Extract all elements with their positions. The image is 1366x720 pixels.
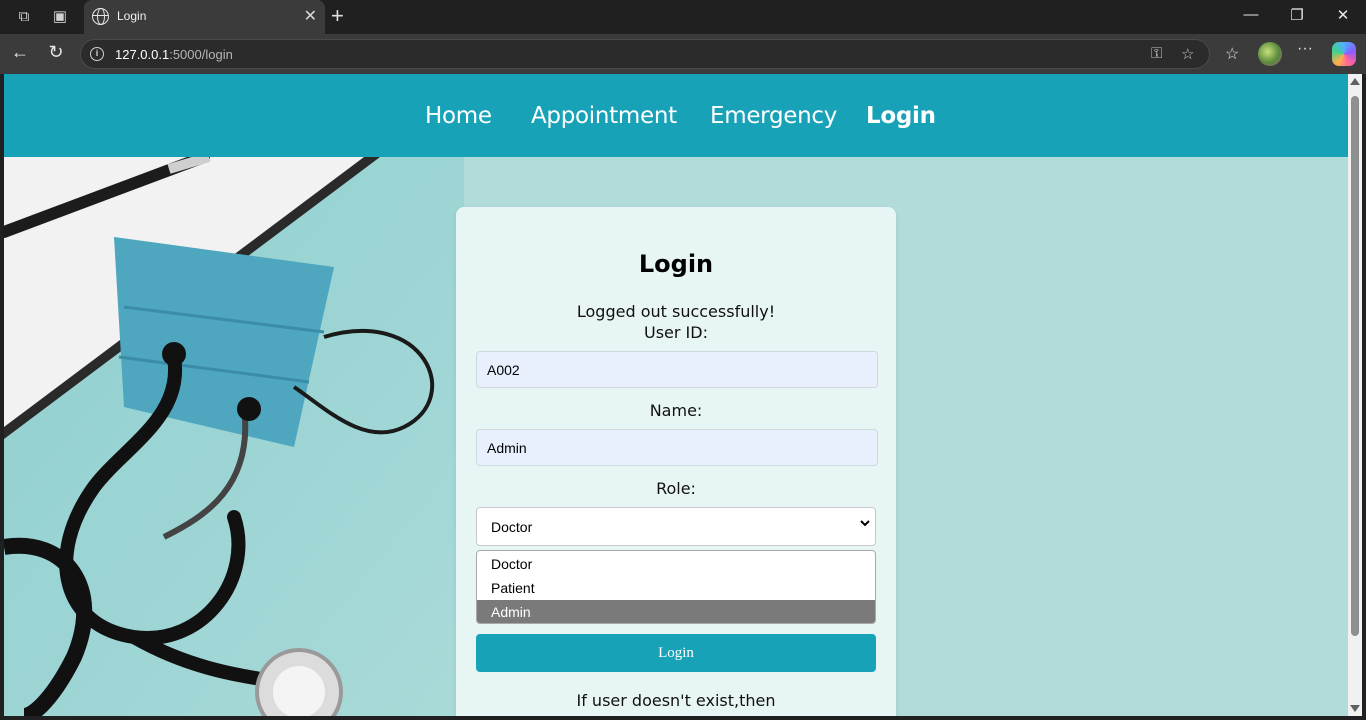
close-window-icon[interactable]: ✕ — [1320, 6, 1366, 24]
browser-titlebar: ⧉ ▣ Login ✕ + — ❐ ✕ — [0, 0, 1366, 34]
reload-icon[interactable]: ↻ — [44, 42, 68, 63]
tab-title: Login — [117, 9, 147, 23]
user-id-input[interactable] — [476, 351, 878, 388]
nav-appointment[interactable]: Appointment — [531, 103, 677, 129]
browser-tab[interactable]: Login ✕ — [84, 0, 325, 34]
role-select[interactable]: Doctor — [476, 507, 876, 546]
page-scrollbar[interactable] — [1348, 74, 1362, 716]
scroll-down-icon[interactable] — [1350, 705, 1360, 712]
role-option-patient[interactable]: Patient — [477, 576, 875, 600]
minimize-icon[interactable]: — — [1228, 6, 1274, 23]
chevron-down-icon — [860, 520, 870, 527]
address-bar[interactable]: i 127.0.0.1:5000/login ⚿ ☆ — [80, 39, 1210, 69]
login-card: Login Logged out successfully! User ID: … — [456, 207, 896, 716]
login-title: Login — [638, 250, 714, 278]
nav-home[interactable]: Home — [425, 103, 492, 129]
name-label: Name: — [649, 401, 703, 420]
copilot-icon[interactable] — [1332, 42, 1356, 66]
url-text: 127.0.0.1:5000/login — [115, 47, 233, 62]
medical-background-image — [4, 157, 464, 716]
site-info-icon[interactable]: i — [90, 47, 104, 61]
browser-toolbar: ← ↻ i 127.0.0.1:5000/login ⚿ ☆ ☆ ··· — [0, 34, 1366, 74]
favorite-star-icon[interactable]: ☆ — [1181, 45, 1194, 63]
more-options-icon[interactable]: ··· — [1297, 40, 1313, 58]
key-icon[interactable]: ⚿ — [1151, 45, 1162, 62]
role-label: Role: — [656, 479, 696, 498]
role-option-doctor[interactable]: Doctor — [477, 552, 875, 576]
login-button[interactable]: Login — [476, 634, 876, 672]
workspaces-icon[interactable]: ⧉ — [14, 7, 34, 27]
scroll-up-icon[interactable] — [1350, 78, 1360, 85]
new-tab-icon[interactable]: + — [331, 3, 344, 29]
nav-login[interactable]: Login — [866, 103, 936, 129]
scroll-thumb[interactable] — [1351, 96, 1359, 636]
role-select-value: Doctor — [491, 519, 533, 535]
close-tab-icon[interactable]: ✕ — [304, 6, 317, 26]
restore-icon[interactable]: ❐ — [1274, 6, 1320, 24]
nav-emergency[interactable]: Emergency — [710, 103, 837, 129]
register-prompt: If user doesn't exist,then — [576, 691, 776, 710]
favorites-icon[interactable]: ☆ — [1225, 44, 1239, 64]
role-dropdown-list: Doctor Patient Admin — [476, 550, 876, 624]
name-input[interactable] — [476, 429, 878, 466]
flash-message: Logged out successfully! — [576, 302, 776, 321]
tab-actions-icon[interactable]: ▣ — [50, 7, 70, 27]
page-viewport: Home Appointment Emergency Login Login L… — [4, 74, 1348, 716]
role-option-admin[interactable]: Admin — [477, 600, 875, 623]
globe-icon — [92, 8, 109, 25]
back-icon[interactable]: ← — [8, 42, 32, 63]
profile-avatar[interactable] — [1258, 42, 1282, 66]
top-navbar: Home Appointment Emergency Login — [4, 74, 1348, 157]
user-id-label: User ID: — [644, 323, 708, 342]
